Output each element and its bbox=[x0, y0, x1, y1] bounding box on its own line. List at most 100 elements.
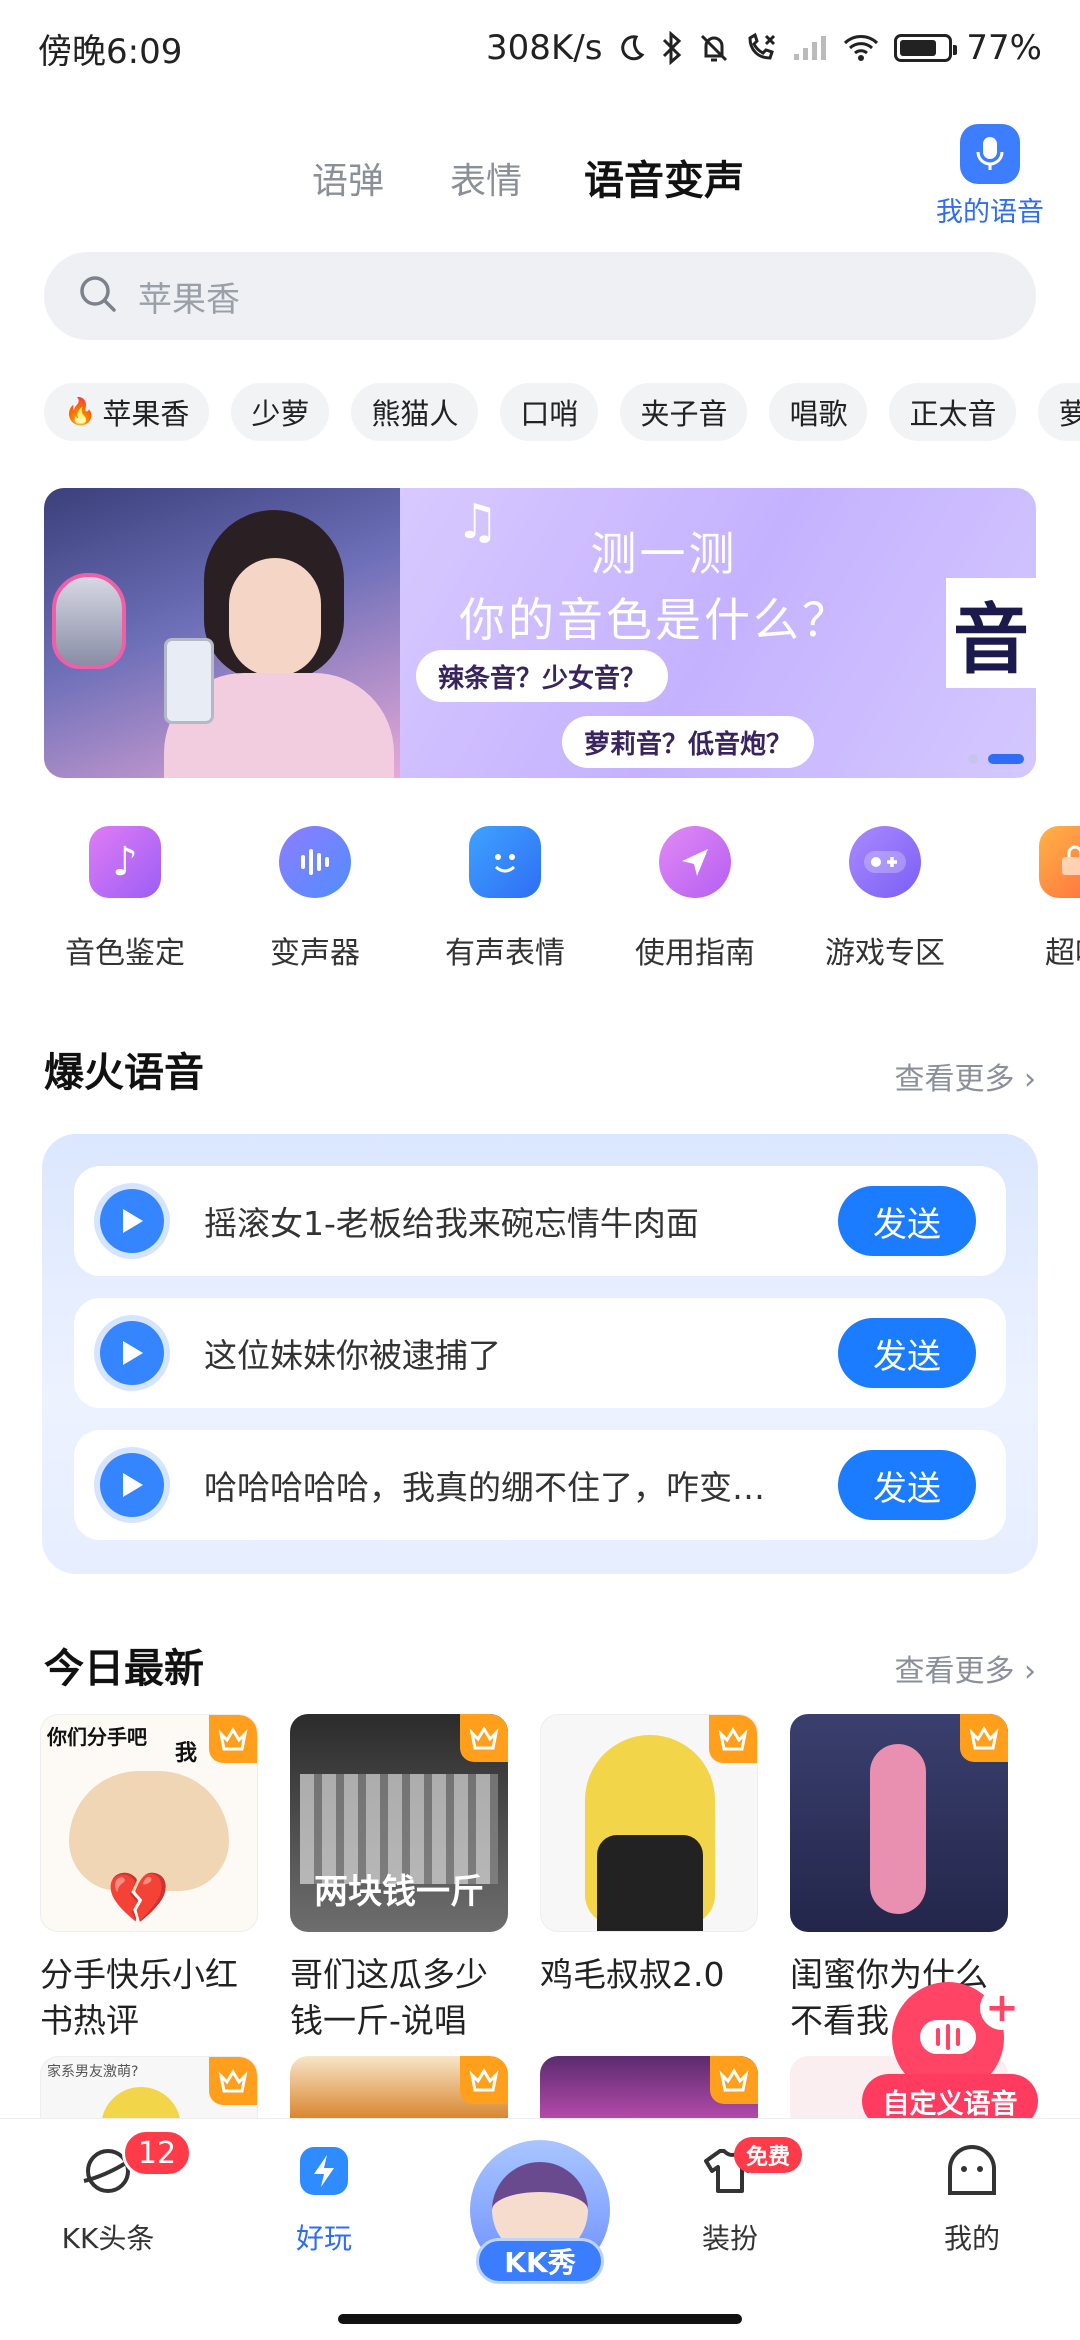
microphone-illustration bbox=[52, 573, 126, 669]
today-more-link[interactable]: 查看更多 › bbox=[894, 1646, 1036, 1690]
phone-illustration bbox=[164, 638, 214, 724]
quick-actions: ♪ 音色鉴定 变声器 有声表情 使用指南 游戏专区 超哆 bbox=[30, 826, 1080, 986]
quick-voice-changer[interactable]: 变声器 bbox=[220, 826, 410, 986]
profile-face-icon bbox=[940, 2139, 1004, 2203]
kk-show-label[interactable]: KK秀 bbox=[476, 2238, 604, 2284]
hot-voice-title: 摇滚女1-老板给我来碗忘情牛肉面 bbox=[204, 1204, 699, 1243]
broken-heart-icon: 💔 bbox=[107, 1869, 170, 1927]
play-icon[interactable] bbox=[100, 1453, 164, 1517]
tile-thumbnail-choir: 两块钱一斤 bbox=[290, 1714, 508, 1932]
send-button[interactable]: 发送 bbox=[838, 1318, 976, 1388]
banner-text-area: ♫ 测一测 你的音色是什么？ 辣条音？少女音？ 萝莉音？低音炮？ 音 bbox=[400, 488, 1036, 778]
search-placeholder: 苹果香 bbox=[138, 279, 240, 320]
notification-badge: 12 bbox=[122, 2129, 192, 2177]
banner-title-line1: 测一测 bbox=[590, 527, 738, 581]
vip-crown-icon bbox=[460, 1714, 508, 1762]
nav-kk-headlines[interactable]: 12 KK头条 bbox=[8, 2129, 208, 2257]
banner-illustration bbox=[44, 488, 400, 778]
tab-voice-change[interactable]: 语音变声 bbox=[584, 148, 744, 212]
mute-bell-icon bbox=[698, 32, 730, 64]
chip-keyword[interactable]: 正太音 bbox=[889, 383, 1017, 441]
nav-mine[interactable]: 我的 bbox=[872, 2139, 1072, 2257]
hot-voice-more-link[interactable]: 查看更多 › bbox=[894, 1054, 1036, 1098]
vip-crown-icon bbox=[709, 1715, 757, 1763]
chip-keyword[interactable]: 少萝 bbox=[231, 383, 330, 441]
tank-top-illustration bbox=[597, 1835, 703, 1931]
hot-voice-title: 这位妹妹你被逮捕了 bbox=[204, 1336, 501, 1375]
chip-keyword[interactable]: 萝 bbox=[1038, 383, 1080, 441]
voice-wave-bubble-icon bbox=[279, 826, 351, 898]
moon-icon bbox=[616, 33, 646, 63]
my-voice-label: 我的语音 bbox=[936, 197, 1044, 228]
status-bar: 傍晚6:09 308K/s 77% bbox=[0, 0, 1080, 96]
chip-keyword[interactable]: 🔥 苹果香 bbox=[44, 383, 210, 441]
promo-banner[interactable]: ♫ 测一测 你的音色是什么？ 辣条音？少女音？ 萝莉音？低音炮？ 音 bbox=[44, 488, 1036, 778]
girl-face bbox=[229, 558, 321, 676]
home-indicator[interactable] bbox=[338, 2314, 742, 2324]
vip-crown-icon bbox=[209, 2057, 257, 2105]
banner-title-line2: 你的音色是什么？ bbox=[459, 593, 851, 647]
nav-fun[interactable]: 好玩 bbox=[224, 2139, 424, 2257]
vip-crown-icon bbox=[960, 1714, 1008, 1762]
chip-keyword[interactable]: 夹子音 bbox=[620, 383, 748, 441]
tab-yudan[interactable]: 语弹 bbox=[312, 152, 384, 204]
music-note-user-icon: ♪ bbox=[89, 826, 161, 898]
voice-tile[interactable]: 你们分手吧 我 💔 分手快乐小红书热评 bbox=[40, 1714, 258, 2044]
play-icon[interactable] bbox=[100, 1321, 164, 1385]
my-voice-button[interactable]: 我的语音 bbox=[930, 124, 1050, 229]
status-icons: 308K/s 77% bbox=[486, 28, 1042, 68]
chip-keyword[interactable]: 熊猫人 bbox=[351, 383, 479, 441]
chip-keyword[interactable]: 口哨 bbox=[500, 383, 599, 441]
banner-tag-1: 辣条音？少女音？ bbox=[416, 650, 669, 702]
tile-thumbnail-chicken bbox=[540, 1714, 758, 1932]
tile-title: 哥们这瓜多少钱一斤-说唱 bbox=[290, 1955, 488, 2040]
today-title: 今日最新 bbox=[44, 1646, 204, 1692]
free-badge: 免费 bbox=[734, 2137, 803, 2173]
search-bar[interactable]: 苹果香 bbox=[44, 252, 1036, 340]
battery-percent: 77% bbox=[966, 28, 1042, 68]
tab-emoji[interactable]: 表情 bbox=[450, 152, 522, 204]
vip-crown-icon bbox=[710, 2056, 758, 2104]
status-time: 傍晚6:09 bbox=[38, 31, 183, 72]
quick-user-guide[interactable]: 使用指南 bbox=[600, 826, 790, 986]
hot-voice-row[interactable]: 这位妹妹你被逮捕了 发送 bbox=[74, 1298, 1006, 1408]
chip-keyword[interactable]: 唱歌 bbox=[769, 383, 868, 441]
hot-voice-list: 摇滚女1-老板给我来碗忘情牛肉面 发送 这位妹妹你被逮捕了 发送 哈哈哈哈哈，我… bbox=[42, 1134, 1038, 1574]
quick-super-more[interactable]: 超哆 bbox=[980, 826, 1080, 986]
voice-tile[interactable] bbox=[290, 2056, 508, 2118]
send-button[interactable]: 发送 bbox=[838, 1450, 976, 1520]
tile-thumbnail-cat: 你们分手吧 我 💔 bbox=[40, 1714, 258, 1932]
quick-sound-emoji[interactable]: 有声表情 bbox=[410, 826, 600, 986]
bluetooth-icon bbox=[660, 31, 684, 65]
hot-keyword-chips: 🔥 苹果香 少萝 熊猫人 口哨 夹子音 唱歌 正太音 萝 bbox=[44, 383, 1080, 443]
vip-crown-icon bbox=[460, 2056, 508, 2104]
voice-tile[interactable]: 鸡毛叔叔2.0 bbox=[540, 1714, 758, 1998]
quick-voice-identify[interactable]: ♪ 音色鉴定 bbox=[30, 826, 220, 986]
send-button[interactable]: 发送 bbox=[838, 1186, 976, 1256]
hot-voice-row[interactable]: 摇滚女1-老板给我来碗忘情牛肉面 发送 bbox=[74, 1166, 1006, 1276]
gamepad-icon bbox=[849, 826, 921, 898]
gift-bag-icon bbox=[1039, 826, 1080, 898]
tile-thumbnail-noodles bbox=[290, 2056, 508, 2118]
net-speed: 308K/s bbox=[486, 28, 603, 68]
vip-crown-icon bbox=[209, 1715, 257, 1763]
tile-title: 分手快乐小红书热评 bbox=[40, 1955, 238, 2040]
tile-thumbnail: 家系男友激萌? bbox=[40, 2056, 258, 2118]
custom-voice-fab[interactable]: + 自定义语音 bbox=[862, 1982, 1038, 2132]
voice-tile[interactable]: 两块钱一斤 哥们这瓜多少钱一斤-说唱 bbox=[290, 1714, 508, 2044]
voice-tile[interactable]: 家系男友激萌? bbox=[40, 2056, 258, 2118]
tile-thumbnail-dancer bbox=[790, 1714, 1008, 1932]
play-icon[interactable] bbox=[100, 1189, 164, 1253]
fire-icon: 🔥 bbox=[64, 397, 97, 427]
plus-icon: + bbox=[980, 1985, 1024, 2031]
hot-voice-row[interactable]: 哈哈哈哈哈，我真的绷不住了，咋变… 发送 bbox=[74, 1430, 1006, 1540]
voice-tile[interactable] bbox=[540, 2056, 758, 2118]
hot-voice-title: 爆火语音 bbox=[44, 1050, 204, 1096]
tile-title: 鸡毛叔叔2.0 bbox=[540, 1955, 725, 1994]
sound-emoji-icon bbox=[469, 826, 541, 898]
lightning-icon bbox=[292, 2139, 356, 2203]
nav-dress-up[interactable]: 免费 装扮 bbox=[630, 2137, 830, 2257]
wifi-icon bbox=[842, 33, 880, 63]
quick-game-zone[interactable]: 游戏专区 bbox=[790, 826, 980, 986]
battery-icon bbox=[894, 34, 958, 62]
